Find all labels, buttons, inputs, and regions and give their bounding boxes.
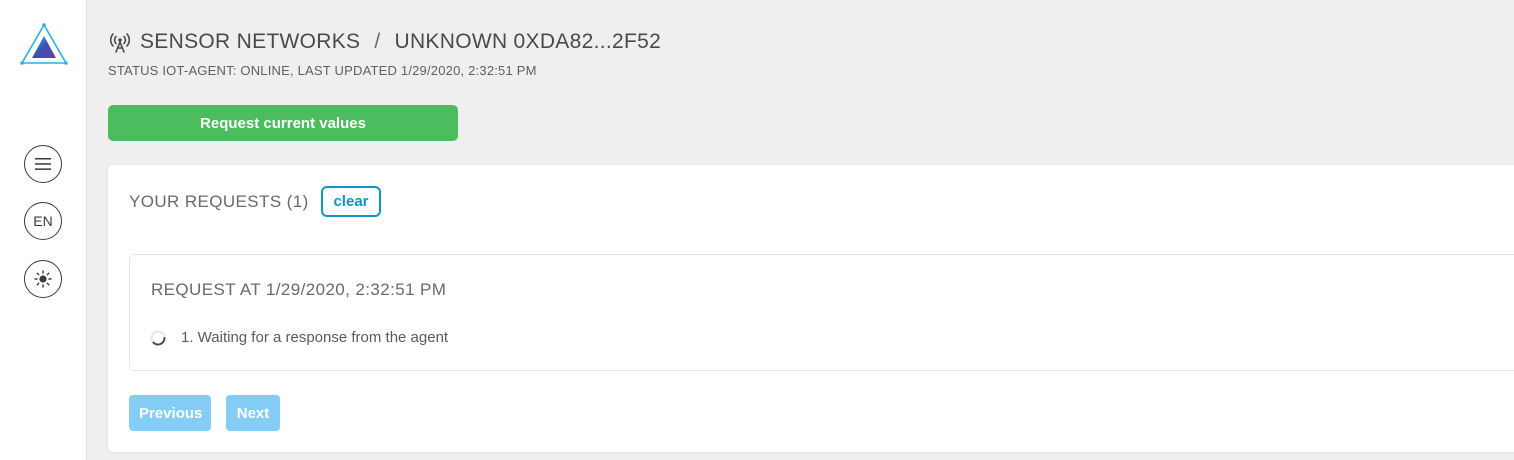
requests-card: YOUR REQUESTS (1) clear REQUEST AT 1/29/… bbox=[108, 165, 1514, 452]
request-step: 1. Waiting for a response from the agent bbox=[150, 329, 448, 346]
request-current-values-button[interactable]: Request current values bbox=[108, 105, 458, 141]
triangle-logo-icon[interactable] bbox=[19, 22, 69, 66]
antenna-icon bbox=[109, 33, 131, 53]
page-title: SENSOR NETWORKS / UNKNOWN 0XDA82...2F52 bbox=[108, 30, 661, 54]
sun-icon bbox=[34, 270, 52, 288]
list-item: REQUEST AT 1/29/2020, 2:32:51 PM 1. Wait… bbox=[129, 254, 1514, 371]
language-label: EN bbox=[33, 213, 53, 229]
breadcrumb-device: UNKNOWN 0XDA82...2F52 bbox=[394, 30, 662, 53]
menu-button[interactable] bbox=[24, 145, 62, 183]
theme-toggle-button[interactable] bbox=[24, 260, 62, 298]
requests-title: YOUR REQUESTS (1) bbox=[129, 192, 309, 211]
clear-button[interactable]: clear bbox=[321, 186, 381, 217]
previous-button[interactable]: Previous bbox=[129, 395, 211, 431]
request-time: REQUEST AT 1/29/2020, 2:32:51 PM bbox=[151, 280, 447, 299]
loading-spinner-icon bbox=[150, 330, 166, 345]
main-content: SENSOR NETWORKS / UNKNOWN 0XDA82...2F52 … bbox=[88, 0, 1514, 460]
breadcrumb-separator: / bbox=[374, 30, 381, 53]
language-button[interactable]: EN bbox=[24, 202, 62, 240]
status-text: STATUS IOT-AGENT: ONLINE, LAST UPDATED 1… bbox=[108, 63, 537, 78]
hamburger-menu-icon bbox=[35, 158, 51, 170]
breadcrumb-section[interactable]: SENSOR NETWORKS bbox=[140, 30, 360, 54]
next-button[interactable]: Next bbox=[226, 395, 280, 431]
pagination: Previous Next bbox=[129, 395, 280, 431]
sidebar: EN bbox=[0, 0, 87, 460]
step-label: 1. Waiting for a response from the agent bbox=[181, 329, 449, 346]
